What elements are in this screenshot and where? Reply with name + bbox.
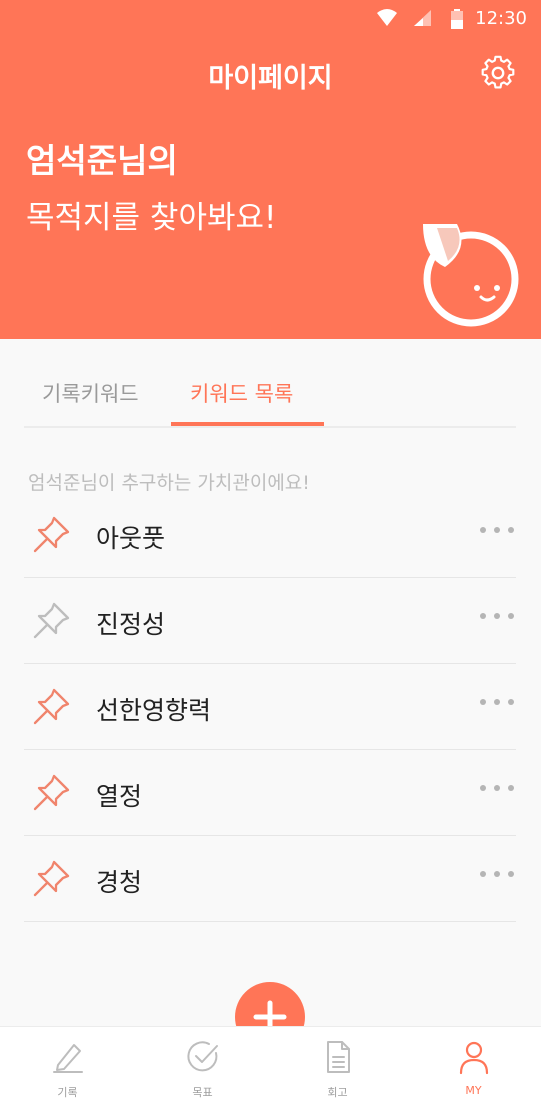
nav-item-my[interactable]: MY (406, 1027, 541, 1111)
more-options-icon[interactable] (480, 692, 514, 712)
tab-record-keywords[interactable]: 기록키워드 (42, 378, 139, 408)
section-subtitle: 엄석준님이 추구하는 가치관이에요! (28, 472, 310, 494)
signal-icon (414, 10, 431, 26)
more-options-icon[interactable] (480, 520, 514, 540)
status-time: 12:30 (475, 8, 527, 29)
battery-icon (451, 9, 463, 29)
nav-item-review[interactable]: 회고 (270, 1027, 405, 1111)
settings-gear-icon[interactable] (480, 55, 516, 91)
nav-label: MY (465, 1084, 482, 1097)
nav-label: 회고 (327, 1086, 348, 1099)
keyword-label: 진정성 (96, 610, 166, 639)
header-banner: 12:30 마이페이지 엄석준님의 목적지를 찾아봐요! (0, 0, 541, 339)
document-icon (326, 1041, 350, 1073)
keyword-label: 아웃풋 (96, 524, 166, 553)
keyword-list: 아웃풋 진정성 선한영향력 열정 경청 (24, 492, 516, 922)
pin-icon[interactable] (32, 772, 72, 812)
check-circle-icon (186, 1041, 218, 1072)
tab-keyword-list[interactable]: 키워드 목록 (190, 378, 293, 408)
more-options-icon[interactable] (480, 606, 514, 626)
hero-greeting-name: 엄석준님의 (26, 141, 178, 180)
nav-item-record[interactable]: 기록 (0, 1027, 135, 1111)
pencil-icon (52, 1044, 83, 1073)
pin-outline-icon[interactable] (32, 600, 72, 640)
list-item[interactable]: 경청 (24, 836, 516, 922)
active-tab-indicator (171, 422, 324, 426)
bottom-navigation: 기록 목표 회고 MY (0, 1026, 541, 1111)
person-icon (459, 1041, 488, 1075)
list-item[interactable]: 열정 (24, 750, 516, 836)
more-options-icon[interactable] (480, 778, 514, 798)
tab-bar: 기록키워드 키워드 목록 (24, 364, 516, 428)
mascot-face-icon (423, 224, 519, 327)
keyword-label: 열정 (96, 782, 143, 811)
list-item[interactable]: 진정성 (24, 578, 516, 664)
keyword-label: 경청 (96, 868, 143, 897)
nav-label: 기록 (57, 1086, 78, 1099)
page-title: 마이페이지 (208, 63, 333, 94)
nav-label: 목표 (192, 1086, 213, 1099)
nav-item-goal[interactable]: 목표 (135, 1027, 270, 1111)
pin-icon[interactable] (32, 858, 72, 898)
list-item[interactable]: 선한영향력 (24, 664, 516, 750)
hero-greeting-message: 목적지를 찾아봐요! (26, 200, 277, 236)
pin-icon[interactable] (32, 514, 72, 554)
status-bar: 12:30 (0, 0, 541, 38)
wifi-icon (377, 9, 397, 26)
pin-icon[interactable] (32, 686, 72, 726)
more-options-icon[interactable] (480, 864, 514, 884)
keyword-label: 선한영향력 (96, 696, 212, 725)
list-item[interactable]: 아웃풋 (24, 492, 516, 578)
